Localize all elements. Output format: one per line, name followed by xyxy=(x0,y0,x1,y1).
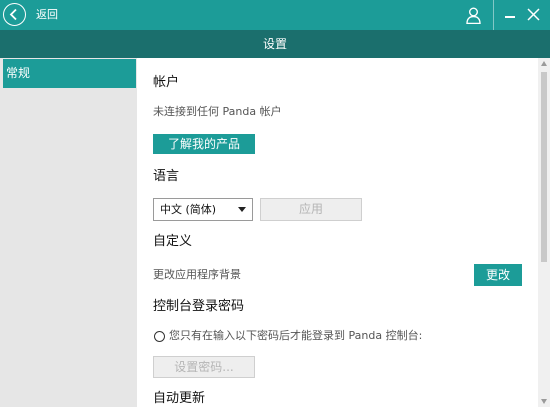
scroll-down-icon[interactable] xyxy=(541,399,547,404)
sidebar: 常规 xyxy=(0,58,137,407)
customize-title: 自定义 xyxy=(153,234,193,249)
auto-update-title: 自动更新 xyxy=(153,391,206,406)
set-password-button[interactable]: 设置密码... xyxy=(153,356,255,378)
sidebar-item-label: 常规 xyxy=(6,66,31,80)
title-bar: 返回 xyxy=(0,0,550,30)
minimize-button[interactable] xyxy=(503,8,517,22)
language-select-value: 中文 (简体) xyxy=(160,203,217,216)
sidebar-item-general[interactable]: 常规 xyxy=(3,59,136,88)
language-title: 语言 xyxy=(153,169,180,184)
account-title: 帐户 xyxy=(153,75,180,90)
change-background-button[interactable]: 更改 xyxy=(474,264,522,286)
settings-header: 设置 xyxy=(0,30,550,58)
apply-language-button[interactable]: 应用 xyxy=(260,198,362,221)
titlebar-divider xyxy=(493,0,494,30)
close-icon[interactable] xyxy=(527,8,540,21)
chevron-down-icon xyxy=(238,207,246,212)
page-title: 设置 xyxy=(262,37,287,51)
account-status: 未连接到任何 Panda 帐户 xyxy=(153,105,282,118)
user-icon[interactable] xyxy=(466,7,481,24)
language-select[interactable]: 中文 (简体) xyxy=(153,198,253,221)
customize-desc: 更改应用程序背景 xyxy=(153,268,241,281)
back-label[interactable]: 返回 xyxy=(36,8,58,22)
learn-products-button[interactable]: 了解我的产品 xyxy=(153,134,255,154)
scroll-thumb[interactable] xyxy=(541,72,547,262)
password-radio[interactable] xyxy=(154,331,165,342)
password-option-label: 您只有在输入以下密码后才能登录到 Panda 控制台: xyxy=(169,329,423,342)
settings-content: 帐户 未连接到任何 Panda 帐户 了解我的产品 语言 中文 (简体) 应用 … xyxy=(137,58,537,407)
back-button[interactable] xyxy=(3,3,26,26)
vertical-scrollbar[interactable] xyxy=(538,58,550,407)
back-arrow-icon xyxy=(9,8,17,21)
console-password-title: 控制台登录密码 xyxy=(153,299,245,314)
scroll-up-icon[interactable] xyxy=(541,61,547,66)
